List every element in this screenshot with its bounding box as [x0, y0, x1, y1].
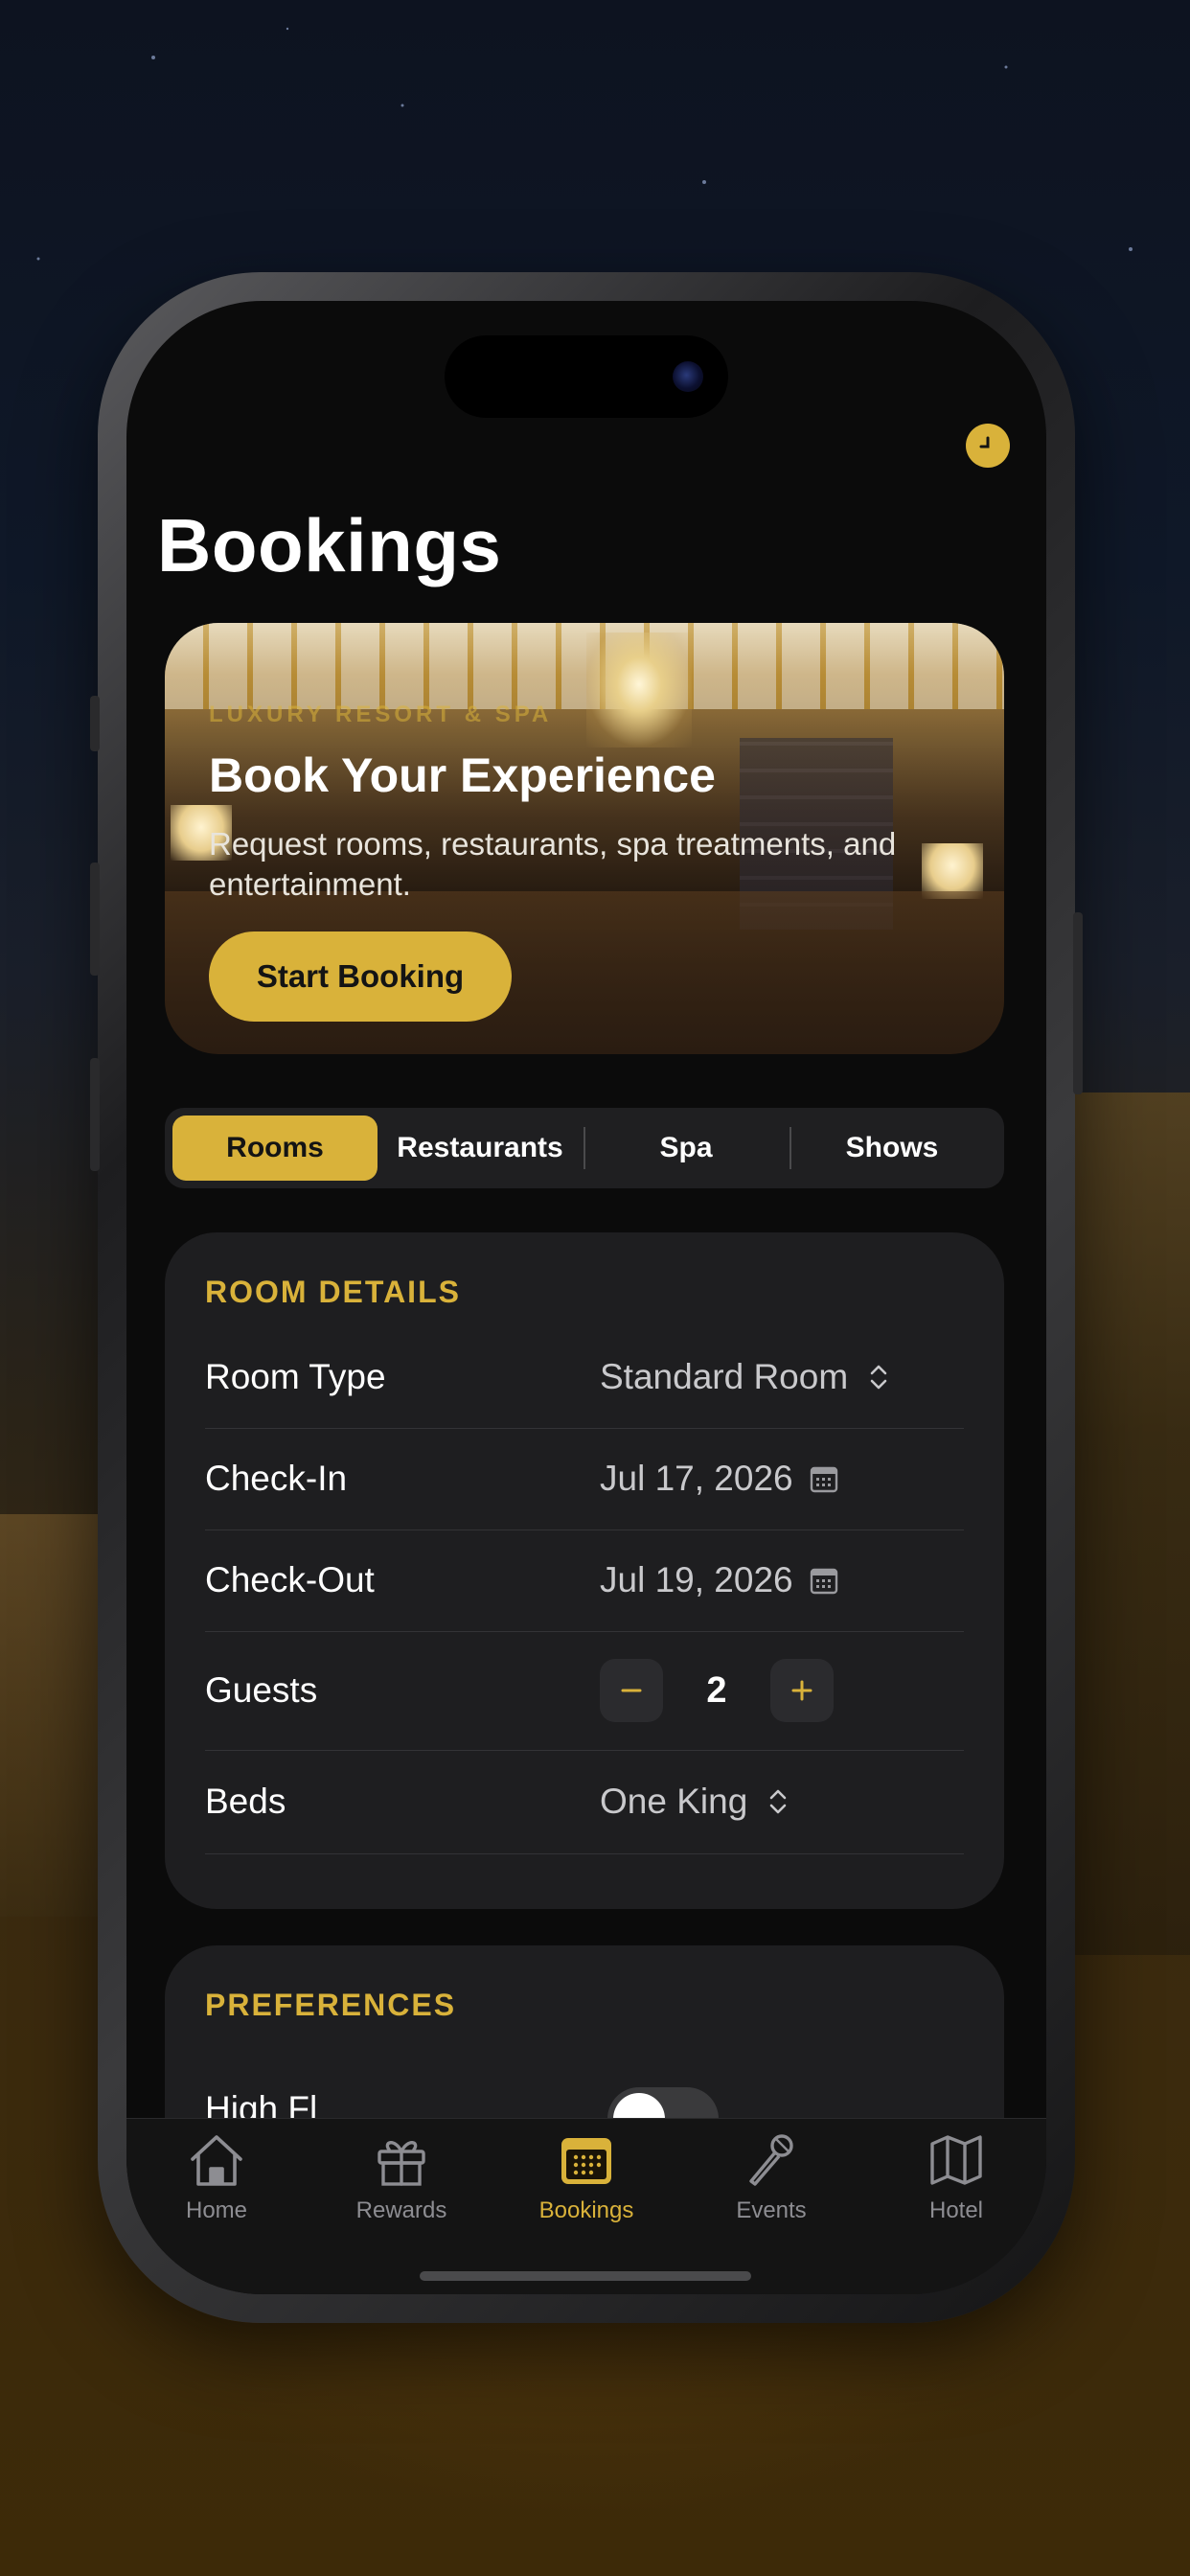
preferences-header: PREFERENCES: [205, 1988, 457, 2022]
action-button: [90, 696, 100, 751]
booking-type-segmented-control: Rooms Restaurants Spa Shows: [165, 1108, 1004, 1188]
guests-increment-button[interactable]: [770, 1659, 834, 1722]
check-out-row[interactable]: Check-Out Jul 19, 2026: [205, 1530, 964, 1632]
room-type-value: Standard Room: [600, 1357, 849, 1396]
home-indicator: [420, 2271, 751, 2281]
segment-restaurants[interactable]: Restaurants: [378, 1116, 583, 1181]
phone-screen: Bookings LUXURY RESORT & SPA Book Your E…: [126, 301, 1046, 2294]
check-in-row[interactable]: Check-In Jul 17, 2026: [205, 1428, 964, 1530]
guests-stepper: 2: [600, 1659, 834, 1722]
tab-bookings[interactable]: Bookings: [510, 2128, 663, 2234]
chevron-up-down-icon: [769, 1789, 787, 1814]
room-type-row[interactable]: Room Type Standard Room: [205, 1326, 964, 1429]
dynamic-island: [445, 335, 728, 418]
segment-rooms[interactable]: Rooms: [172, 1116, 378, 1181]
tab-hotel-label: Hotel: [928, 2197, 984, 2223]
page-title: Bookings: [157, 503, 502, 587]
hero-card: LUXURY RESORT & SPA Book Your Experience…: [165, 623, 1004, 1054]
minus-icon: [621, 1689, 642, 1692]
tab-events-label: Events: [736, 2197, 807, 2223]
calendar-grid-icon: [561, 2138, 611, 2184]
tab-hotel[interactable]: Hotel: [880, 2128, 1033, 2234]
plus-icon: [791, 1680, 812, 1701]
guests-count: 2: [706, 1669, 727, 1711]
hero-image-chandelier: [586, 632, 692, 748]
tab-rewards[interactable]: Rewards: [325, 2128, 478, 2234]
guests-decrement-button[interactable]: [600, 1659, 663, 1722]
map-icon: [930, 2135, 982, 2185]
beds-label: Beds: [205, 1782, 286, 1821]
hero-subtitle: Request rooms, restaurants, spa treatmen…: [209, 826, 897, 902]
chevron-up-down-icon: [870, 1365, 887, 1390]
power-button: [1073, 912, 1083, 1094]
room-details-card: ROOM DETAILS Room Type Standard Room Che…: [165, 1232, 1004, 1909]
check-out-value: Jul 19, 2026: [600, 1560, 793, 1599]
gift-icon: [378, 2141, 425, 2186]
check-in-label: Check-In: [205, 1459, 348, 1498]
check-in-date-picker[interactable]: Jul 17, 2026: [600, 1459, 839, 1499]
room-type-label: Room Type: [205, 1357, 386, 1396]
guests-label: Guests: [205, 1670, 318, 1710]
background-building-left: [0, 1514, 105, 1917]
check-in-value: Jul 17, 2026: [600, 1459, 793, 1498]
start-booking-button[interactable]: Start Booking: [209, 932, 512, 1022]
front-camera: [673, 361, 703, 392]
hero-title: Book Your Experience: [209, 748, 716, 802]
volume-down-button: [90, 1058, 100, 1171]
tab-bookings-label: Bookings: [538, 2197, 634, 2223]
segment-shows[interactable]: Shows: [790, 1116, 995, 1181]
hero-image-ceiling: [165, 623, 1004, 709]
tab-events[interactable]: Events: [695, 2128, 848, 2234]
beds-value: One King: [600, 1782, 748, 1821]
beds-row[interactable]: Beds One King: [205, 1750, 964, 1854]
tab-home[interactable]: Home: [140, 2128, 293, 2234]
microphone-icon: [749, 2134, 793, 2186]
tab-bar: Home Rewards Bookings Events Hotel: [126, 2118, 1046, 2294]
guests-row: Guests 2: [205, 1631, 964, 1751]
check-out-label: Check-Out: [205, 1560, 375, 1599]
house-icon: [191, 2135, 242, 2186]
background-building-right: [1056, 1092, 1190, 1955]
calendar-icon: [810, 1568, 837, 1595]
tab-home-label: Home: [185, 2197, 248, 2223]
segment-spa[interactable]: Spa: [584, 1116, 789, 1181]
tab-rewards-label: Rewards: [355, 2197, 447, 2223]
status-clock-icon: [966, 424, 1010, 468]
calendar-icon: [810, 1466, 837, 1493]
room-details-header: ROOM DETAILS: [205, 1275, 461, 1309]
beds-picker[interactable]: One King: [600, 1782, 793, 1822]
hero-eyebrow: LUXURY RESORT & SPA: [209, 702, 553, 727]
check-out-date-picker[interactable]: Jul 19, 2026: [600, 1560, 839, 1600]
volume-up-button: [90, 862, 100, 976]
room-type-picker[interactable]: Standard Room: [600, 1357, 894, 1397]
